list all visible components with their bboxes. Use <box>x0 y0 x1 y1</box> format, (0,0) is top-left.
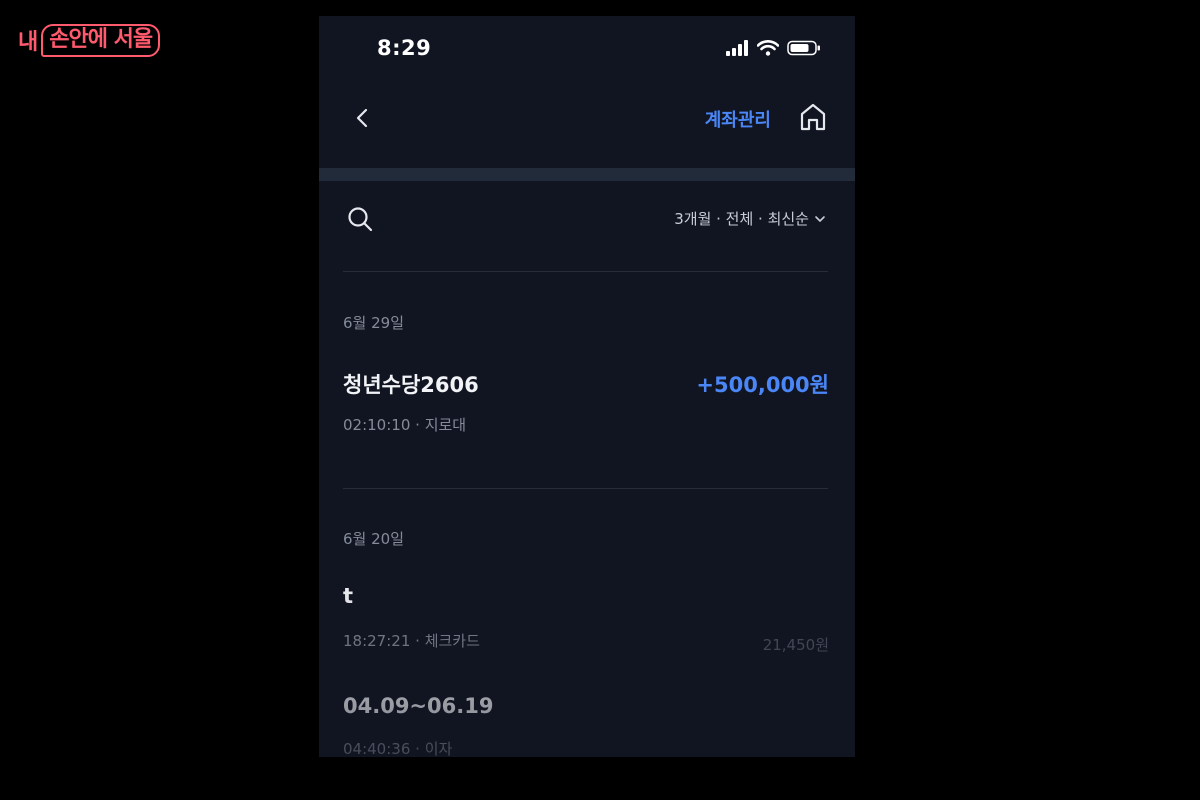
account-management-button[interactable]: 계좌관리 <box>705 106 771 132</box>
date-header: 6월 29일 <box>343 314 404 332</box>
status-icons <box>725 40 821 56</box>
back-button[interactable] <box>349 102 377 134</box>
signal-icon <box>726 40 748 56</box>
meta-separator: · <box>415 632 425 650</box>
divider <box>343 488 828 489</box>
filter-dropdown[interactable]: 3개월 · 전체 · 최신순 <box>674 208 827 229</box>
transaction-meta: 18:27:21 · 체크카드 <box>343 630 480 651</box>
meta-separator: · <box>415 416 425 434</box>
battery-icon <box>787 40 820 56</box>
filter-row: 3개월 · 전체 · 최신순 <box>319 194 855 246</box>
search-icon[interactable] <box>345 204 375 234</box>
wifi-icon <box>757 40 779 56</box>
nav-bar: 계좌관리 <box>319 88 855 148</box>
meta-separator: · <box>415 740 425 757</box>
filter-label: 3개월 · 전체 · 최신순 <box>674 210 809 228</box>
date-header: 6월 20일 <box>343 530 404 548</box>
transaction-meta: 04:40:36 · 이자 <box>343 738 452 757</box>
brand-logo-text-1: 내 <box>18 30 38 55</box>
transaction-category: 체크카드 <box>424 632 480 650</box>
transaction-meta: 02:10:10 · 지로대 <box>343 414 466 435</box>
transaction-category: 이자 <box>424 740 453 757</box>
phone-screen: 8:29 계좌관리 3개월 · 전체 · 최신순 6월 29일 청년수당2606… <box>319 16 855 757</box>
transaction-category: 지로대 <box>424 416 467 434</box>
home-icon[interactable] <box>797 100 829 134</box>
transaction-title: t <box>343 584 354 608</box>
transaction-title: 04.09~06.19 <box>343 694 494 718</box>
section-divider <box>319 168 855 181</box>
divider <box>343 271 828 272</box>
brand-logo: 내 손안에 서울 <box>18 22 161 58</box>
transaction-time: 04:40:36 <box>343 740 411 757</box>
transaction-time: 18:27:21 <box>343 632 411 650</box>
status-bar: 8:29 <box>319 16 855 80</box>
bottom-fade-overlay <box>319 576 855 757</box>
chevron-down-icon <box>815 215 825 222</box>
transaction-amount: 21,450원 <box>762 636 829 654</box>
brand-logo-text-2: 손안에 서울 <box>41 23 161 57</box>
transaction-time: 02:10:10 <box>343 416 411 434</box>
transaction-amount: +500,000원 <box>696 373 829 397</box>
transaction-title: 청년수당2606 <box>343 373 479 397</box>
status-time: 8:29 <box>377 36 432 60</box>
